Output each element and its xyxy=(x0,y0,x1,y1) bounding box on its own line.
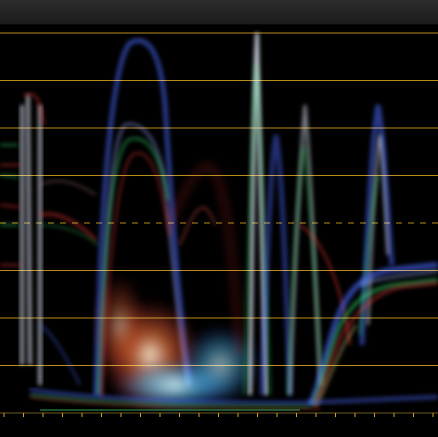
waveform-display xyxy=(0,25,438,437)
waveform-traces xyxy=(0,32,438,411)
waveform-canvas xyxy=(0,32,438,417)
waveform-scope-window xyxy=(0,0,438,437)
scope-title-bar xyxy=(0,0,438,25)
bottom-tick-ruler xyxy=(0,412,438,417)
graticule xyxy=(0,32,438,366)
